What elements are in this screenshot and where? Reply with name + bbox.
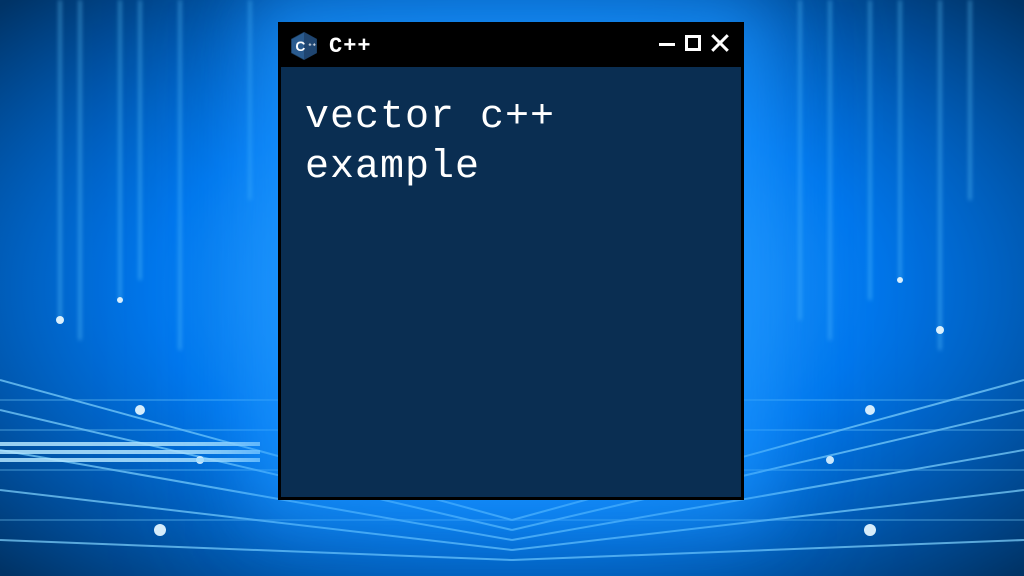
minimize-button[interactable] — [659, 35, 675, 57]
window-controls — [659, 34, 733, 58]
cpp-logo-icon: C + + — [289, 31, 319, 61]
svg-text:+: + — [313, 43, 316, 49]
titlebar[interactable]: C + + C++ — [281, 25, 741, 67]
maximize-button[interactable] — [685, 35, 701, 57]
window-title: C++ — [329, 34, 649, 59]
svg-text:+: + — [308, 43, 311, 49]
svg-text:C: C — [295, 39, 305, 54]
terminal-window: C + + C++ vector c++ example — [278, 22, 744, 500]
close-button[interactable] — [711, 34, 729, 58]
terminal-content: vector c++ example — [281, 67, 741, 219]
